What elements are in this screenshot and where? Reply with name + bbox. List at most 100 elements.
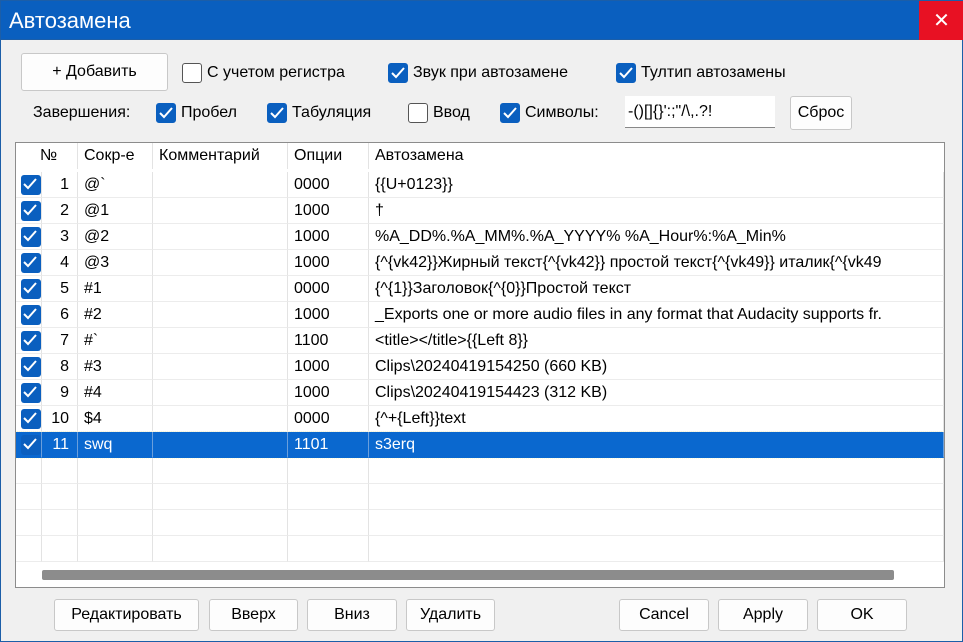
cell-replacement: _Exports one or more audio files in any … (369, 302, 944, 328)
symbols-input[interactable] (625, 96, 775, 128)
tab-checkbox[interactable] (267, 103, 287, 123)
cell-checkbox (16, 276, 42, 302)
cell-checkbox (16, 198, 42, 224)
tooltip-checkbox[interactable] (616, 63, 636, 83)
empty-cell (16, 458, 42, 484)
add-button[interactable]: + Добавить (21, 53, 168, 91)
row-checkbox[interactable] (21, 357, 41, 377)
empty-cell (42, 458, 78, 484)
column-header-options[interactable]: Опции (288, 143, 369, 169)
cell-replacement: %A_DD%.%A_MM%.%A_YYYY% %A_Hour%:%A_Min% (369, 224, 944, 250)
checkmark-icon (23, 256, 37, 268)
empty-row (16, 458, 944, 484)
sound-checkbox[interactable] (388, 63, 408, 83)
horizontal-scrollbar[interactable] (16, 563, 944, 587)
cancel-button[interactable]: Cancel (619, 599, 709, 631)
column-header-comment[interactable]: Комментарий (153, 143, 288, 169)
empty-cell (288, 458, 369, 484)
table-row[interactable]: 4 @3 1000 {^{vk42}}Жирный текст{^{vk42}} пр… (16, 250, 944, 276)
cell-checkbox (16, 302, 42, 328)
cell-abbr: @2 (78, 224, 153, 250)
cell-checkbox (16, 432, 42, 458)
row-checkbox[interactable] (21, 409, 41, 429)
ok-button[interactable]: OK (817, 599, 907, 631)
cell-abbr: #` (78, 328, 153, 354)
table-row[interactable]: 10 $4 0000 {^+{Left}}text (16, 406, 944, 432)
row-checkbox[interactable] (21, 227, 41, 247)
cell-replacement: {^{1}}Заголовок{^{0}}Простой текст (369, 276, 944, 302)
cell-abbr: @` (78, 172, 153, 198)
cell-comment (153, 172, 288, 198)
row-checkbox[interactable] (21, 279, 41, 299)
row-checkbox[interactable] (21, 175, 41, 195)
cell-num: 9 (42, 380, 78, 406)
cell-abbr: @3 (78, 250, 153, 276)
row-checkbox[interactable] (21, 253, 41, 273)
move-down-button[interactable]: Вниз (307, 599, 397, 631)
table-row[interactable]: 6 #2 1000 _Exports one or more audio files … (16, 302, 944, 328)
enter-checkbox[interactable] (408, 103, 428, 123)
table-row[interactable]: 5 #1 0000 {^{1}}Заголовок{^{0}}Простой текс… (16, 276, 944, 302)
close-button[interactable]: ✕ (919, 1, 963, 40)
checkmark-icon (23, 438, 37, 450)
cell-replacement: † (369, 198, 944, 224)
empty-cell (78, 536, 153, 562)
case-sensitive-checkbox[interactable] (182, 63, 202, 83)
delete-button[interactable]: Удалить (406, 599, 495, 631)
row-checkbox[interactable] (21, 201, 41, 221)
symbols-label: Символы: (525, 104, 599, 121)
empty-cell (42, 484, 78, 510)
space-checkbox[interactable] (156, 103, 176, 123)
cell-abbr: $4 (78, 406, 153, 432)
edit-button[interactable]: Редактировать (54, 599, 199, 631)
empty-cell (78, 510, 153, 536)
title-bar: Автозамена ✕ (0, 0, 963, 40)
row-checkbox[interactable] (21, 383, 41, 403)
empty-cell (369, 536, 944, 562)
checkmark-icon (23, 178, 37, 190)
cell-checkbox (16, 172, 42, 198)
table-row[interactable]: 2 @1 1000 † (16, 198, 944, 224)
cell-num: 1 (42, 172, 78, 198)
close-icon: ✕ (933, 10, 950, 32)
symbols-checkbox[interactable] (500, 103, 520, 123)
cell-options: 1000 (288, 250, 369, 276)
empty-cell (153, 484, 288, 510)
cell-num: 11 (42, 432, 78, 458)
cell-abbr: #1 (78, 276, 153, 302)
cell-num: 3 (42, 224, 78, 250)
cell-options: 0000 (288, 276, 369, 302)
cell-replacement: <title></title>{{Left 8}} (369, 328, 944, 354)
cell-options: 0000 (288, 406, 369, 432)
move-up-button[interactable]: Вверх (209, 599, 298, 631)
cell-abbr: #3 (78, 354, 153, 380)
case-sensitive-label: С учетом регистра (207, 64, 345, 81)
checkmark-icon (23, 282, 37, 294)
table-row[interactable]: 11 swq 1101 s3erq (16, 431, 944, 459)
apply-button[interactable]: Apply (718, 599, 808, 631)
table-row[interactable]: 8 #3 1000 Clips\20240419154250 (660 KB) (16, 354, 944, 380)
reset-button[interactable]: Сброс (790, 96, 852, 130)
table-row[interactable]: 3 @2 1000 %A_DD%.%A_MM%.%A_YYYY% %A_Hour%:%… (16, 224, 944, 250)
column-header-replacement[interactable]: Автозамена (369, 143, 944, 169)
table-row[interactable]: 1 @` 0000 {{U+0123}} (16, 172, 944, 198)
table-row[interactable]: 9 #4 1000 Clips\20240419154423 (312 KB) (16, 380, 944, 406)
enter-label: Ввод (433, 104, 470, 121)
cell-options: 1000 (288, 224, 369, 250)
checkmark-icon (23, 360, 37, 372)
cell-comment (153, 250, 288, 276)
empty-cell (42, 536, 78, 562)
endings-label: Завершения: (33, 104, 131, 121)
column-header-abbr[interactable]: Сокр-е (78, 143, 153, 169)
row-checkbox[interactable] (21, 435, 41, 455)
cell-options: 1100 (288, 328, 369, 354)
table-header: № Сокр-е Комментарий Опции Автозамена (16, 143, 944, 169)
cell-abbr: @1 (78, 198, 153, 224)
scrollbar-thumb[interactable] (42, 570, 894, 580)
column-header-num[interactable]: № (16, 143, 78, 169)
row-checkbox[interactable] (21, 305, 41, 325)
row-checkbox[interactable] (21, 331, 41, 351)
empty-cell (42, 510, 78, 536)
table-row[interactable]: 7 #` 1100 <title></title>{{Left 8}} (16, 328, 944, 354)
autoreplace-table[interactable]: № Сокр-е Комментарий Опции Автозамена 1 @… (15, 142, 945, 588)
